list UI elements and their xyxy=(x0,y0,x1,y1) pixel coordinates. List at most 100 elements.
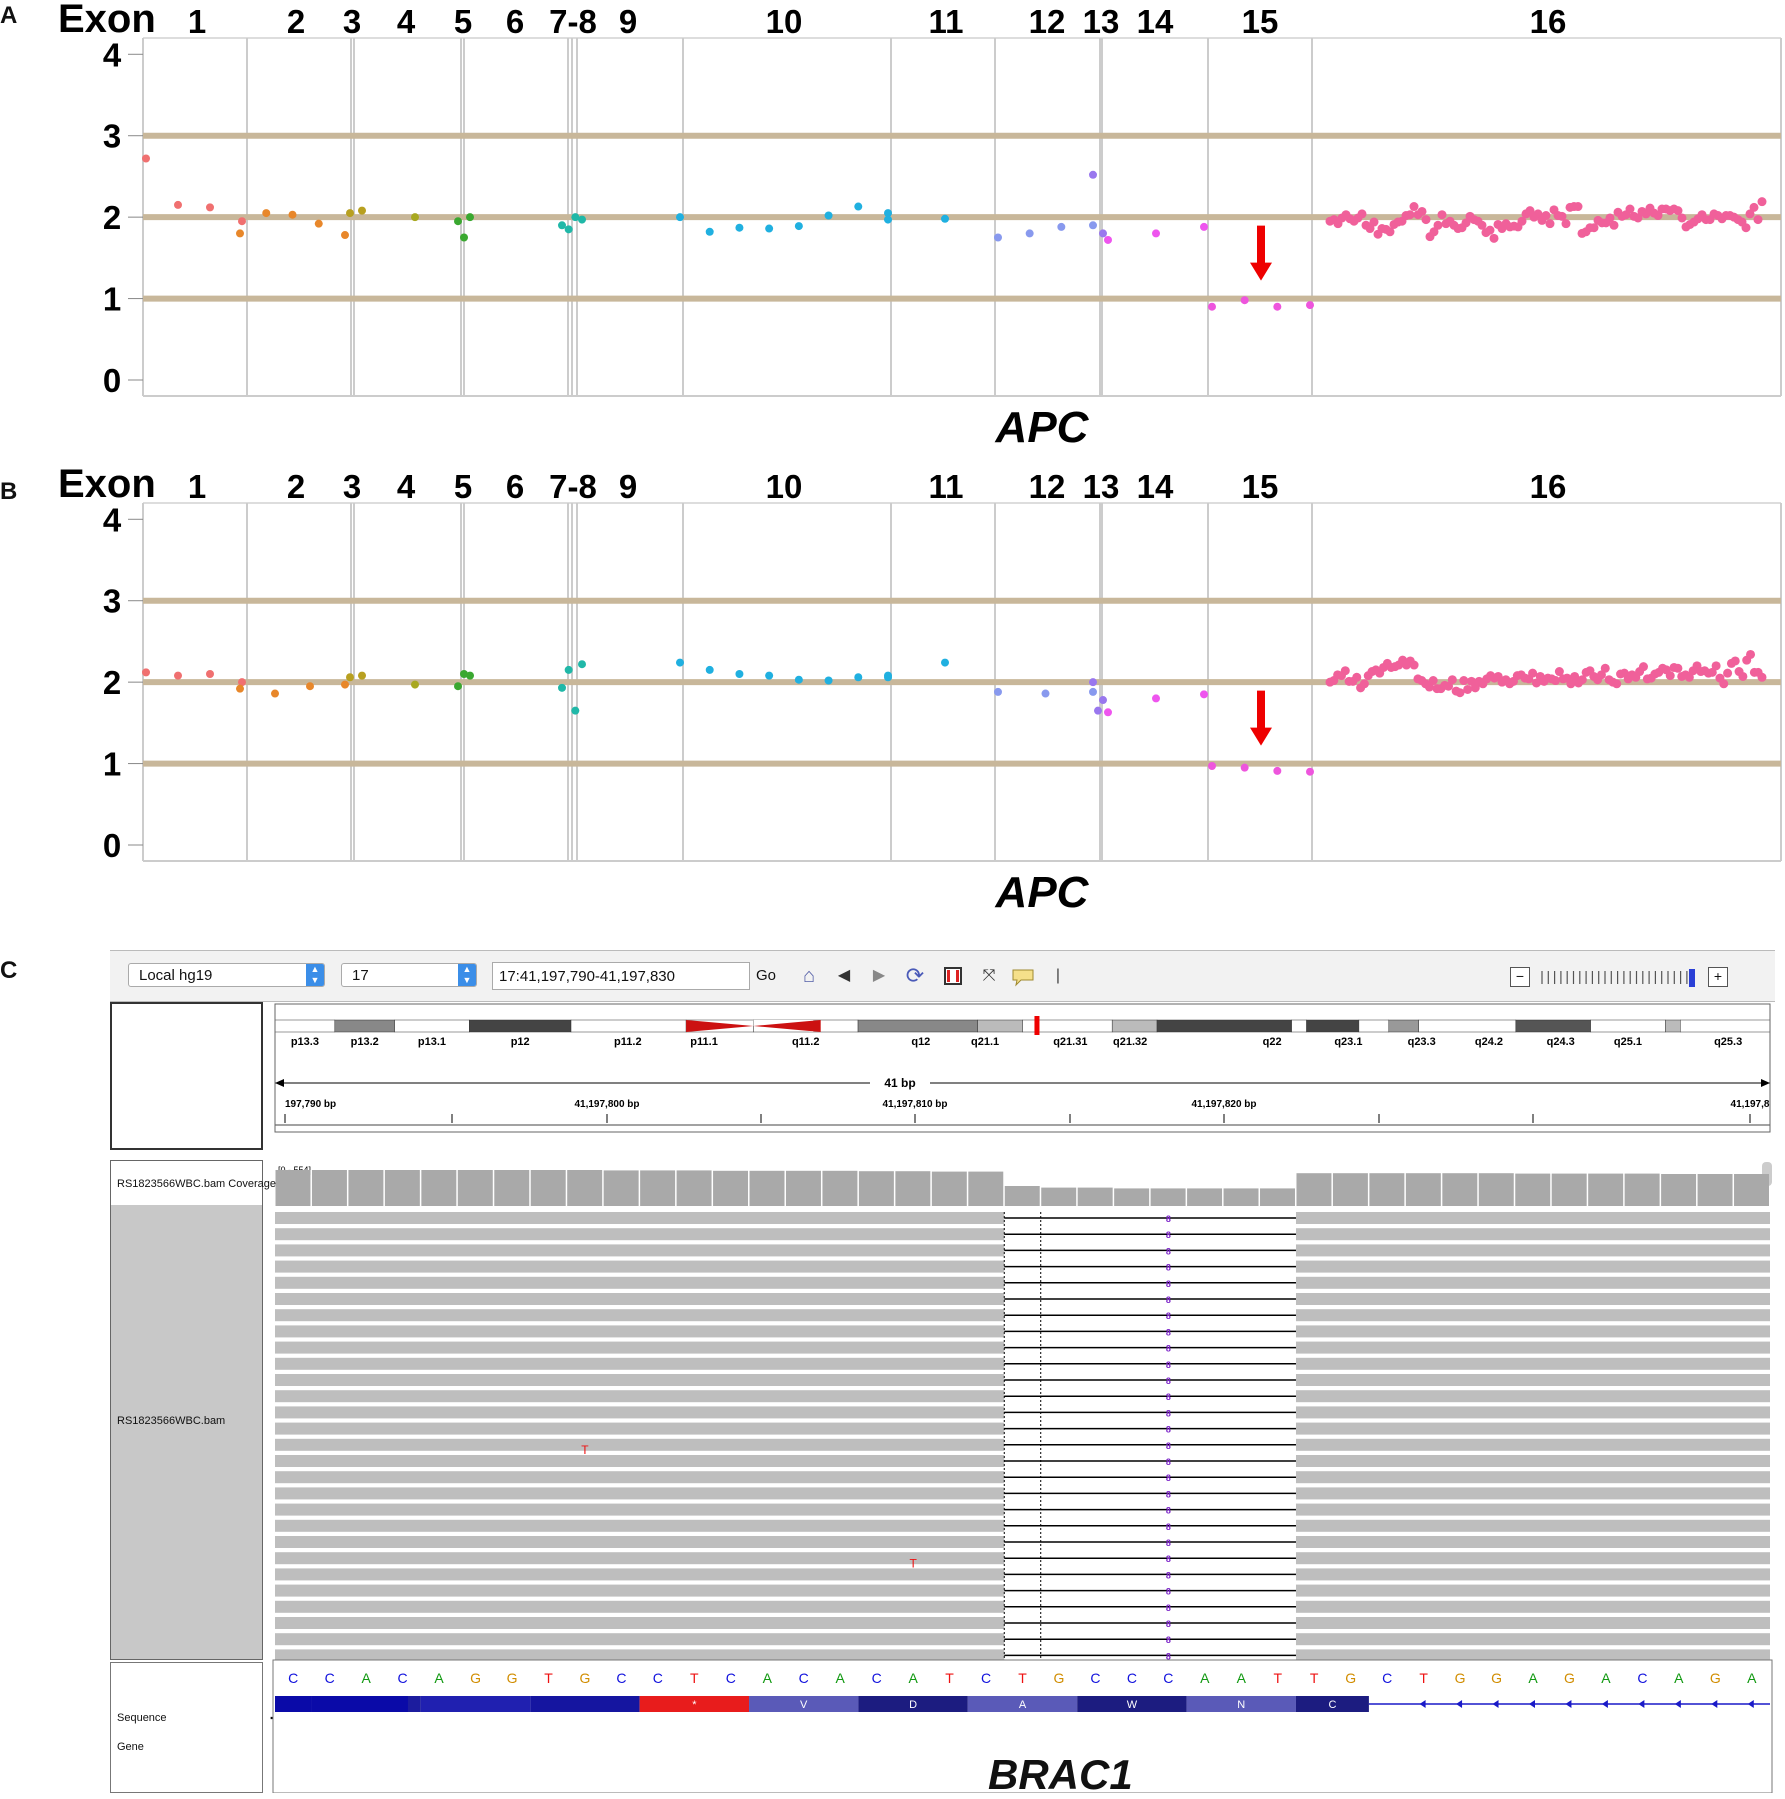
forward-icon[interactable]: ▶ xyxy=(866,963,892,989)
read-left[interactable] xyxy=(275,1600,1005,1613)
span-arrow-left-icon xyxy=(275,1079,284,1087)
read-left[interactable] xyxy=(275,1422,1005,1435)
copy-number-point xyxy=(1240,296,1249,305)
read-left[interactable] xyxy=(275,1536,1005,1548)
read-right[interactable] xyxy=(1295,1600,1770,1613)
read-right[interactable] xyxy=(1295,1503,1770,1516)
read-right[interactable] xyxy=(1295,1568,1770,1581)
exon-label: 7-8 xyxy=(549,468,597,505)
read-left[interactable] xyxy=(275,1260,1005,1273)
read-right[interactable] xyxy=(1295,1471,1770,1484)
copy-number-point xyxy=(1638,662,1648,672)
copy-number-point xyxy=(358,206,366,215)
popup-text-icon[interactable] xyxy=(1010,963,1036,989)
gene-exon-block xyxy=(275,1696,312,1712)
read-left[interactable] xyxy=(275,1406,1005,1419)
read-right[interactable] xyxy=(1295,1260,1770,1273)
zoom-out-button[interactable]: − xyxy=(1510,967,1530,987)
sequence-base: A xyxy=(1674,1670,1684,1686)
read-right[interactable] xyxy=(1295,1406,1770,1419)
coverage-bar xyxy=(603,1170,639,1206)
resize-icon[interactable]: ⤧ xyxy=(976,963,1002,989)
read-right[interactable] xyxy=(1295,1228,1770,1241)
read-left[interactable] xyxy=(275,1503,1005,1516)
read-right[interactable] xyxy=(1295,1455,1770,1467)
sequence-base: G xyxy=(1345,1670,1356,1686)
copy-number-point xyxy=(271,689,279,698)
read-right[interactable] xyxy=(1295,1617,1770,1629)
read-left[interactable] xyxy=(275,1519,1005,1532)
read-left[interactable] xyxy=(275,1276,1005,1289)
read-left[interactable] xyxy=(275,1487,1005,1500)
read-left[interactable] xyxy=(275,1617,1005,1629)
copy-number-point xyxy=(1463,684,1473,694)
zoom-in-button[interactable]: + xyxy=(1708,967,1728,987)
read-left[interactable] xyxy=(275,1584,1005,1597)
y-tick-label: 3 xyxy=(103,583,121,620)
span-label: 41 bp xyxy=(884,1076,915,1090)
read-left[interactable] xyxy=(275,1244,1005,1257)
coverage-bar xyxy=(1077,1187,1113,1206)
read-left[interactable] xyxy=(275,1568,1005,1581)
locus-input[interactable]: 17:41,197,790-41,197,830 xyxy=(492,962,750,990)
read-left[interactable] xyxy=(275,1471,1005,1484)
copy-number-point xyxy=(1600,663,1610,673)
copy-number-point xyxy=(1273,766,1282,775)
sequence-base: T xyxy=(1310,1670,1319,1686)
read-right[interactable] xyxy=(1295,1390,1770,1403)
amino-acid-label: W xyxy=(1127,1699,1138,1711)
read-left[interactable] xyxy=(275,1633,1005,1646)
read-right[interactable] xyxy=(1295,1536,1770,1548)
home-icon[interactable]: ⌂ xyxy=(796,963,822,989)
ruler-label: 197,790 bp xyxy=(285,1099,336,1110)
read-left[interactable] xyxy=(275,1293,1005,1305)
read-right[interactable] xyxy=(1295,1309,1770,1322)
read-right[interactable] xyxy=(1295,1357,1770,1370)
read-left[interactable] xyxy=(275,1438,1005,1451)
zoom-slider[interactable] xyxy=(1538,968,1708,988)
read-left[interactable] xyxy=(275,1552,1005,1565)
roi-icon[interactable] xyxy=(940,963,966,989)
copy-number-point xyxy=(411,680,419,689)
read-right[interactable] xyxy=(1295,1487,1770,1500)
read-right[interactable] xyxy=(1295,1325,1770,1338)
read-left[interactable] xyxy=(275,1212,1005,1224)
copy-number-point xyxy=(558,683,566,692)
back-icon[interactable]: ◀ xyxy=(831,963,857,989)
copy-number-point xyxy=(794,675,803,684)
read-left[interactable] xyxy=(275,1309,1005,1322)
read-left[interactable] xyxy=(275,1357,1005,1370)
read-left[interactable] xyxy=(275,1325,1005,1338)
refresh-icon[interactable]: ⟳ xyxy=(902,963,928,989)
read-right[interactable] xyxy=(1295,1276,1770,1289)
y-tick-label: 2 xyxy=(103,664,121,701)
read-right[interactable] xyxy=(1295,1341,1770,1354)
gene-name-label-c: BRAC1 xyxy=(988,1751,1133,1798)
read-left[interactable] xyxy=(275,1374,1005,1386)
read-left[interactable] xyxy=(275,1341,1005,1354)
cytoband xyxy=(1358,1019,1390,1033)
read-right[interactable] xyxy=(1295,1422,1770,1435)
go-button[interactable]: Go xyxy=(756,964,776,988)
insertion-marker: 8 xyxy=(1166,1246,1171,1256)
sequence-base: C xyxy=(726,1670,736,1686)
copy-number-point xyxy=(466,213,474,222)
zoom-thumb[interactable] xyxy=(1689,969,1695,987)
read-right[interactable] xyxy=(1295,1552,1770,1565)
read-right[interactable] xyxy=(1295,1438,1770,1451)
genome-select[interactable]: Local hg19 ▲ ▼ xyxy=(128,963,325,987)
cytoband xyxy=(857,1019,978,1033)
read-right[interactable] xyxy=(1295,1293,1770,1305)
copy-number-point xyxy=(765,671,774,680)
chromosome-select[interactable]: 17 ▲ ▼ xyxy=(341,963,477,987)
read-left[interactable] xyxy=(275,1228,1005,1241)
read-left[interactable] xyxy=(275,1455,1005,1467)
read-right[interactable] xyxy=(1295,1584,1770,1597)
read-right[interactable] xyxy=(1295,1244,1770,1257)
read-left[interactable] xyxy=(275,1390,1005,1403)
read-right[interactable] xyxy=(1295,1633,1770,1646)
read-right[interactable] xyxy=(1295,1519,1770,1532)
read-right[interactable] xyxy=(1295,1212,1770,1224)
read-right[interactable] xyxy=(1295,1374,1770,1386)
coverage-bar xyxy=(822,1170,858,1206)
